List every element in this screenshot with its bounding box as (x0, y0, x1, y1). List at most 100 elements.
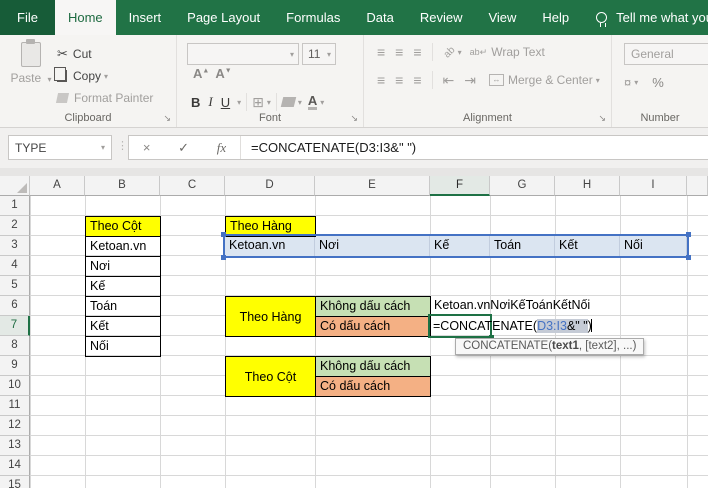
align-left-button[interactable]: ≡ (377, 72, 385, 88)
underline-button[interactable]: U (221, 95, 230, 110)
cell-B6[interactable]: Toán (85, 296, 161, 317)
cell-D9[interactable]: Theo Cột (225, 356, 316, 397)
accounting-format-button[interactable]: ¤ (624, 75, 631, 90)
wrap-text-button[interactable]: Wrap Text (491, 45, 545, 59)
merge-center-button[interactable]: Merge & Center (508, 73, 593, 87)
column-header-B[interactable]: B (85, 176, 160, 196)
cell-D6[interactable]: Theo Hàng (225, 296, 316, 337)
insert-function-button[interactable]: fx (217, 140, 226, 156)
select-all-corner[interactable] (0, 176, 30, 196)
tell-me-box[interactable]: Tell me what you wa (596, 0, 708, 35)
name-box[interactable]: TYPE ▾ (8, 135, 112, 160)
paste-button[interactable]: Paste ▾ (9, 42, 53, 110)
cell-E10[interactable]: Có dấu cách (315, 376, 431, 397)
chevron-down-icon: ▾ (104, 72, 108, 81)
alignment-dialog-launcher-icon[interactable]: ↘ (598, 113, 606, 124)
copy-button[interactable]: Copy ▾ (57, 65, 153, 87)
italic-button[interactable]: I (208, 94, 212, 110)
tab-file[interactable]: File (0, 0, 55, 35)
enter-button[interactable]: ✓ (178, 140, 189, 156)
row-header-6[interactable]: 6 (0, 296, 30, 316)
align-right-button[interactable]: ≡ (413, 72, 421, 88)
drag-handle-icon[interactable]: ⋮ (117, 139, 128, 152)
cell-formula-text[interactable]: =CONCATENATE(D3:I3&" ") (433, 316, 592, 336)
row-header-13[interactable]: 13 (0, 436, 30, 456)
increase-indent-button[interactable]: ⇥ (464, 72, 476, 89)
font-name-combo[interactable]: ▾ (187, 43, 299, 65)
tab-formulas[interactable]: Formulas (273, 0, 353, 35)
format-painter-button[interactable]: Format Painter (57, 87, 153, 109)
copy-icon (57, 70, 67, 82)
column-header-H[interactable]: H (555, 176, 620, 196)
column-header-A[interactable]: A (30, 176, 85, 196)
cell-D3[interactable]: Ketoan.vn (225, 236, 315, 256)
tab-home[interactable]: Home (55, 0, 116, 35)
borders-button[interactable]: ⊞ (252, 94, 264, 111)
number-group: General ▾ ¤ ▾ % Number (612, 35, 708, 127)
alignment-group-label: Alignment (364, 112, 611, 124)
row-header-14[interactable]: 14 (0, 456, 30, 476)
alignment-group: ≡ ≡ ≡ ab ▾ ab↵ Wrap Text ≡ ≡ ≡ ⇤ ⇥ ↔ Mer… (364, 35, 612, 127)
column-header-C[interactable]: C (160, 176, 225, 196)
tab-view[interactable]: View (475, 0, 529, 35)
column-header-E[interactable]: E (315, 176, 430, 196)
cell-D2[interactable]: Theo Hàng (225, 216, 316, 237)
percent-style-button[interactable]: % (652, 75, 664, 90)
bold-button[interactable]: B (191, 95, 200, 110)
align-center-button[interactable]: ≡ (395, 72, 403, 88)
cut-button[interactable]: ✂ Cut (57, 43, 153, 65)
cell-I3[interactable]: Nối (620, 236, 687, 256)
fill-color-icon[interactable] (281, 97, 296, 107)
cell-B2[interactable]: Theo Cột (85, 216, 161, 237)
font-color-button[interactable]: A (308, 95, 317, 110)
cell-B3[interactable]: Ketoan.vn (85, 236, 161, 257)
font-size-combo[interactable]: 11 ▾ (302, 43, 336, 65)
row-header-9[interactable]: 9 (0, 356, 30, 376)
row-header-10[interactable]: 10 (0, 376, 30, 396)
column-header-F[interactable]: F (430, 176, 490, 196)
decrease-font-button[interactable]: A▼ (215, 66, 231, 81)
row-header-3[interactable]: 3 (0, 236, 30, 256)
row-header-5[interactable]: 5 (0, 276, 30, 296)
align-bottom-button[interactable]: ≡ (413, 44, 421, 60)
cell-E7[interactable]: Có dấu cách (315, 316, 431, 337)
cancel-button[interactable]: × (143, 140, 151, 155)
tab-review[interactable]: Review (407, 0, 476, 35)
row-header-2[interactable]: 2 (0, 216, 30, 236)
increase-font-button[interactable]: A▲ (193, 66, 209, 81)
row-header-12[interactable]: 12 (0, 416, 30, 436)
row-header-8[interactable]: 8 (0, 336, 30, 356)
orientation-button[interactable]: ab (441, 44, 457, 60)
tab-data[interactable]: Data (353, 0, 406, 35)
row-header-15[interactable]: 15 (0, 476, 30, 488)
row-header-1[interactable]: 1 (0, 196, 30, 216)
row-header-4[interactable]: 4 (0, 256, 30, 276)
column-header-G[interactable]: G (490, 176, 555, 196)
align-middle-button[interactable]: ≡ (395, 44, 403, 60)
formula-input[interactable]: =CONCATENATE(D3:I3&" ") (241, 140, 708, 155)
decrease-indent-button[interactable]: ⇤ (443, 72, 455, 89)
clipboard-dialog-launcher-icon[interactable]: ↘ (163, 113, 171, 124)
number-format-combo[interactable]: General ▾ (624, 43, 708, 65)
tab-page-layout[interactable]: Page Layout (174, 0, 273, 35)
cell-E3[interactable]: Nơi (315, 236, 430, 256)
cell-F6[interactable]: Ketoan.vnNơiKếToánKếtNối (430, 296, 590, 316)
cell-B5[interactable]: Kế (85, 276, 161, 297)
cell-H3[interactable]: Kết (555, 236, 620, 256)
row-header-11[interactable]: 11 (0, 396, 30, 416)
font-dialog-launcher-icon[interactable]: ↘ (350, 113, 358, 124)
column-header-D[interactable]: D (225, 176, 315, 196)
align-top-button[interactable]: ≡ (377, 44, 385, 60)
column-header-I[interactable]: I (620, 176, 687, 196)
tab-insert[interactable]: Insert (116, 0, 175, 35)
cell-F3[interactable]: Kế (430, 236, 490, 256)
row-header-7[interactable]: 7 (0, 316, 30, 336)
cell-E6[interactable]: Không dấu cách (315, 296, 431, 317)
cell-E9[interactable]: Không dấu cách (315, 356, 431, 377)
cell-B4[interactable]: Nơi (85, 256, 161, 277)
tab-help[interactable]: Help (529, 0, 582, 35)
ribbon-tabs: HomeInsertPage LayoutFormulasDataReviewV… (55, 0, 582, 35)
cell-G3[interactable]: Toán (490, 236, 555, 256)
cell-B7[interactable]: Kết (85, 316, 161, 337)
cell-B8[interactable]: Nối (85, 336, 161, 357)
